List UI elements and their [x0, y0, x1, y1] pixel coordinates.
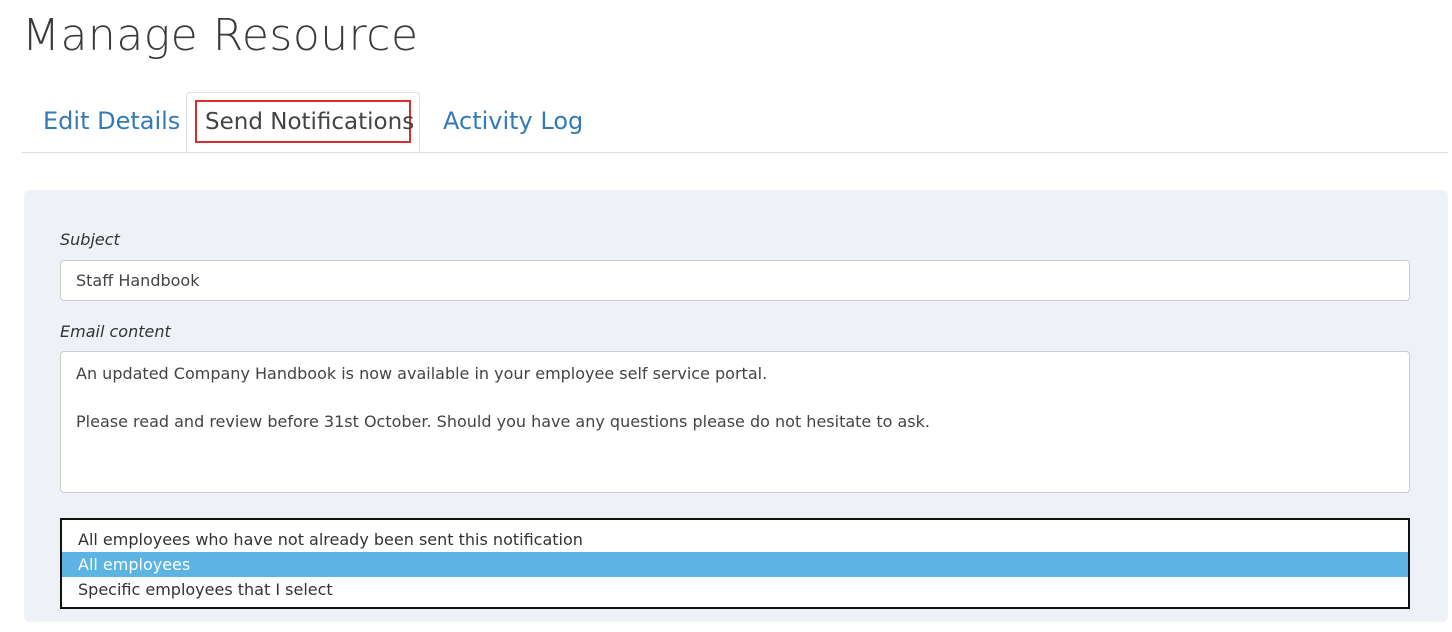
tab-activity-log[interactable]: Activity Log [443, 92, 583, 150]
tab-bar: Edit Details Send Notifications Activity… [22, 92, 1448, 153]
page-title: Manage Resource [22, 10, 419, 61]
subject-label: Subject [60, 230, 120, 249]
email-content-blank-line [76, 386, 1394, 410]
subject-input[interactable]: Staff Handbook [60, 260, 1410, 301]
recipients-listbox[interactable]: All employees who have not already been … [60, 518, 1410, 609]
email-content-line: An updated Company Handbook is now avail… [76, 364, 768, 383]
tab-send-notifications-label: Send Notifications [205, 109, 415, 135]
email-content-line: Please read and review before 31st Octob… [76, 412, 930, 431]
tab-send-notifications[interactable]: Send Notifications [186, 92, 420, 152]
recipient-option-specific[interactable]: Specific employees that I select [62, 577, 1408, 602]
recipient-option-not-sent[interactable]: All employees who have not already been … [62, 527, 1408, 552]
tab-edit-details[interactable]: Edit Details [43, 92, 180, 150]
notification-form-panel: Subject Staff Handbook Email content An … [24, 190, 1448, 622]
email-content-label: Email content [60, 322, 171, 341]
recipient-option-all-employees[interactable]: All employees [62, 552, 1408, 577]
email-content-textarea[interactable]: An updated Company Handbook is now avail… [60, 351, 1410, 493]
